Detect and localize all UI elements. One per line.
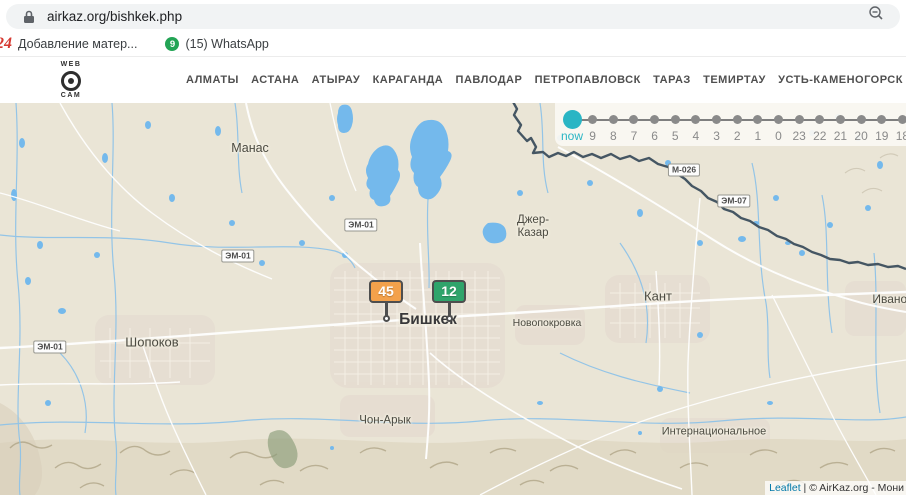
road-badge-em07: ЭМ-07: [717, 195, 750, 208]
logo-text-top: WEB: [52, 61, 90, 69]
whatsapp-favicon: 9: [165, 37, 179, 51]
nav-link-almaty[interactable]: АЛМАТЫ: [186, 74, 239, 86]
time-tick-dot[interactable]: [733, 115, 742, 124]
webcam-icon: [61, 71, 81, 91]
bookmark-label: (15) WhatsApp: [185, 37, 268, 51]
browser-toolbar: airkaz.org/bishkek.php: [0, 0, 906, 32]
map-attribution: Leaflet | © AirKaz.org - Мони: [765, 481, 906, 495]
24kz-favicon: 24: [0, 36, 12, 52]
time-tick-dot[interactable]: [650, 115, 659, 124]
road-badge-em01-a: ЭМ-01: [33, 341, 66, 354]
time-tick-dot[interactable]: [588, 115, 597, 124]
time-tick-dot[interactable]: [774, 115, 783, 124]
time-tick-dot[interactable]: [671, 115, 680, 124]
time-tick-dot[interactable]: [753, 115, 762, 124]
time-tick-dot[interactable]: [609, 115, 618, 124]
time-tick-dot[interactable]: [815, 115, 824, 124]
nav-link-temirtau[interactable]: ТЕМИРТАУ: [703, 74, 766, 86]
zoom-out-icon[interactable]: [868, 5, 884, 21]
bookmark-24kz[interactable]: 24 Добавление матер...: [0, 36, 137, 52]
road-badge-em01-c: ЭМ-01: [344, 219, 377, 232]
time-tick-18[interactable]: 18: [886, 103, 906, 146]
time-tick-dot[interactable]: [836, 115, 845, 124]
nav-link-ust-kamenogorsk[interactable]: УСТЬ-КАМЕНОГОРСК: [778, 74, 903, 86]
map-label-novopokrovka: Новопокровка: [513, 317, 582, 329]
map-label-manas: Манас: [231, 141, 269, 155]
leaflet-link[interactable]: Leaflet: [769, 482, 801, 494]
marker-pin-base: [446, 315, 453, 322]
time-tick-dot[interactable]: [857, 115, 866, 124]
nav-link-taraz[interactable]: ТАРАЗ: [653, 74, 691, 86]
nav-link-astana[interactable]: АСТАНА: [251, 74, 299, 86]
nav-link-petropavlovsk[interactable]: ПЕТРОПАВЛОВСК: [535, 74, 641, 86]
city-nav-links: АЛМАТЫ АСТАНА АТЫРАУ КАРАГАНДА ПАВЛОДАР …: [186, 57, 903, 103]
time-tick-dot[interactable]: [898, 115, 906, 124]
attribution-text: | © AirKaz.org - Мони: [801, 482, 904, 494]
road-badge-m026: М-026: [668, 164, 700, 177]
site-nav: WEB CAM АЛМАТЫ АСТАНА АТЫРАУ КАРАГАНДА П…: [0, 57, 906, 103]
nav-link-karaganda[interactable]: КАРАГАНДА: [373, 74, 444, 86]
map-label-shopokov: Шопоков: [125, 336, 178, 351]
aqi-marker-45[interactable]: 45: [369, 280, 403, 322]
road-badge-em01-b: ЭМ-01: [221, 250, 254, 263]
map-canvas[interactable]: Манас Джер- Казар Кант Иванов Новопокров…: [0, 103, 906, 495]
time-tick-dot[interactable]: [712, 115, 721, 124]
nav-link-atyrau[interactable]: АТЫРАУ: [312, 74, 361, 86]
nav-link-pavlodar[interactable]: ПАВЛОДАР: [456, 74, 523, 86]
map-label-kant: Кант: [644, 290, 672, 305]
time-tick-dot[interactable]: [877, 115, 886, 124]
time-tick-label: 18: [886, 129, 906, 143]
bookmark-label: Добавление матер...: [18, 37, 137, 51]
address-bar[interactable]: airkaz.org/bishkek.php: [6, 4, 900, 29]
time-tick-dot[interactable]: [691, 115, 700, 124]
map-label-ivanovka: Иванов: [872, 293, 906, 307]
webcam-logo[interactable]: WEB CAM: [52, 61, 90, 100]
url-text[interactable]: airkaz.org/bishkek.php: [47, 9, 182, 24]
aqi-value-badge[interactable]: 45: [369, 280, 403, 303]
map-label-chon-aryk: Чон-Арык: [359, 414, 411, 427]
marker-pin-base: [383, 315, 390, 322]
time-tick-dot[interactable]: [629, 115, 638, 124]
time-slider[interactable]: now9876543210232221201918: [555, 103, 906, 146]
time-tick-dot[interactable]: [795, 115, 804, 124]
lock-icon[interactable]: [23, 10, 35, 24]
map-label-dzher-kazar: Джер- Казар: [517, 214, 549, 240]
aqi-value-badge[interactable]: 12: [432, 280, 466, 303]
logo-text-bottom: CAM: [52, 92, 90, 100]
bookmarks-bar: 24 Добавление матер... 9 (15) WhatsApp: [0, 32, 906, 57]
aqi-marker-12[interactable]: 12: [432, 280, 466, 322]
bookmark-whatsapp[interactable]: 9 (15) WhatsApp: [165, 37, 268, 51]
map-label-internatsionalnoye: Интернациональное: [662, 426, 767, 439]
